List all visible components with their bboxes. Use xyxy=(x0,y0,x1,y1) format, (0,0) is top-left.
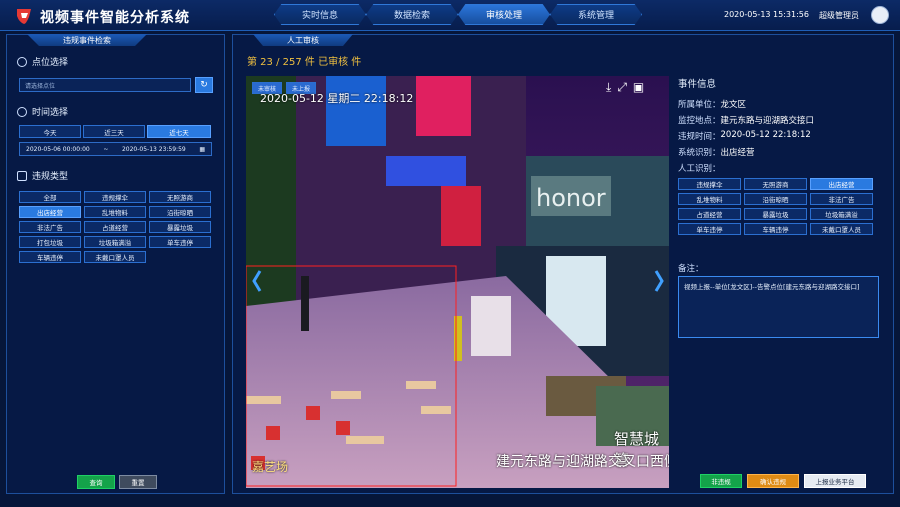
vtype-item[interactable]: 占道经营 xyxy=(84,221,146,233)
top-header: 视频事件智能分析系统 实时信息 数据检索 审核处理 系统管理 2020-05-1… xyxy=(0,0,900,31)
overlay-location: 建元东路与迎湖路交叉口西侧 xyxy=(496,454,669,470)
event-info-title: 事件信息 xyxy=(678,79,717,90)
tab-3days[interactable]: 近三天 xyxy=(83,125,145,138)
panel-title: 人工审核 xyxy=(253,34,353,46)
nav-system[interactable]: 系统管理 xyxy=(550,4,642,25)
vtype-item[interactable]: 非法广告 xyxy=(19,221,81,233)
overlay-date: 2020-05-12 星期二 22:18:12 xyxy=(260,92,414,105)
nav-search[interactable]: 数据检索 xyxy=(366,4,458,25)
refresh-icon[interactable]: ↻ xyxy=(195,77,213,93)
camera-icon[interactable]: ▣ xyxy=(633,80,644,95)
clock-icon xyxy=(17,106,27,117)
mtype-item[interactable]: 非法广告 xyxy=(810,193,873,205)
date-end: 2020-05-13 23:59:59 xyxy=(121,145,186,153)
report-platform-button[interactable]: 上报业务平台 xyxy=(804,474,866,488)
time-tabs: 今天 近三天 近七天 xyxy=(19,125,211,138)
violation-title: 违规类型 xyxy=(32,172,69,182)
mtype-item[interactable]: 出店经营 xyxy=(810,178,873,190)
download-icon[interactable]: ⤓ xyxy=(606,80,611,95)
time-label: 违规时间： xyxy=(678,132,721,142)
violation-section: 违规类型 xyxy=(17,169,68,182)
mtype-item[interactable]: 沿街晾晒 xyxy=(744,193,807,205)
site-label: 监控地点： xyxy=(678,116,721,126)
date-range-input[interactable]: 2020-05-06 00:00:00 ~ 2020-05-13 23:59:5… xyxy=(19,142,212,156)
time-section: 时间选择 xyxy=(17,105,68,118)
system-value: 出店经营 xyxy=(720,148,755,158)
location-input[interactable]: 请选择点位 xyxy=(19,78,191,92)
vtype-item[interactable]: 未戴口罩人员 xyxy=(84,251,146,263)
overlay-corner: 嘉艺场 xyxy=(252,460,289,474)
mtype-item[interactable]: 占道经营 xyxy=(678,208,741,220)
nav-review[interactable]: 审核处理 xyxy=(458,4,550,25)
reset-button[interactable]: 重置 xyxy=(119,475,157,489)
manual-label: 人工识别： xyxy=(678,164,721,174)
mtype-item[interactable]: 违规撑伞 xyxy=(678,178,741,190)
list-icon xyxy=(17,170,27,181)
vtype-item[interactable]: 全部 xyxy=(19,191,81,203)
time-title: 时间选择 xyxy=(32,108,69,118)
confirm-violation-label: 确认违规 xyxy=(760,478,786,486)
system-label: 系统识别： xyxy=(678,148,721,158)
vtype-item[interactable]: 垃圾箱满溢 xyxy=(84,236,146,248)
event-image[interactable]: honor 未审核 未上报 2020-05-12 星期二 22:18:12 ⤓ … xyxy=(246,76,669,488)
note-textarea[interactable]: 视频上报--单位[龙文区]--告警点位[建元东路与迎湖路交接口] xyxy=(678,276,879,338)
logo-icon xyxy=(14,6,34,26)
manual-type-grid: 违规撑伞 无照游商 出店经营 乱堆物料 沿街晾晒 非法广告 占道经营 暴露垃圾 … xyxy=(678,178,873,235)
note-label: 备注： xyxy=(678,264,704,274)
site-value: 建元东路与迎湖路交接口 xyxy=(720,116,815,126)
vtype-item[interactable]: 暴露垃圾 xyxy=(149,221,211,233)
progress-text: 第 23 / 257 件 已审核 件 xyxy=(247,57,362,68)
time-value: 2020-05-12 22:18:12 xyxy=(720,130,811,140)
violation-type-grid: 全部 违规撑伞 无照游商 出店经营 乱堆物料 沿街晾晒 非法广告 占道经营 暴露… xyxy=(19,191,211,263)
mtype-item[interactable]: 未戴口罩人员 xyxy=(810,223,873,235)
date-sep: ~ xyxy=(103,145,109,153)
info-unit: 所属单位： 龙文区 xyxy=(678,98,746,110)
mtype-item[interactable]: 暴露垃圾 xyxy=(744,208,807,220)
mtype-item[interactable]: 无照游商 xyxy=(744,178,807,190)
location-icon xyxy=(17,56,27,67)
report-platform-label: 上报业务平台 xyxy=(815,478,855,486)
mtype-item[interactable]: 车辆违停 xyxy=(744,223,807,235)
datetime: 2020-05-13 15:31:56 xyxy=(724,10,809,19)
not-violation-button[interactable]: 非违规 xyxy=(700,474,742,488)
query-label: 查询 xyxy=(89,479,103,487)
info-site: 监控地点： 建元东路与迎湖路交接口 xyxy=(678,114,814,126)
not-violation-label: 非违规 xyxy=(711,478,731,486)
search-panel: 违规事件检索 点位选择 请选择点位 ↻ 时间选择 今天 近三天 近七天 2020… xyxy=(6,34,225,494)
vtype-item[interactable]: 无照游商 xyxy=(149,191,211,203)
unit-value: 龙文区 xyxy=(720,100,747,110)
reset-label: 重置 xyxy=(131,479,145,487)
location-title: 点位选择 xyxy=(32,58,69,68)
vtype-item[interactable]: 单车违停 xyxy=(149,236,211,248)
mtype-item[interactable]: 乱堆物料 xyxy=(678,193,741,205)
tab-7days[interactable]: 近七天 xyxy=(147,125,211,138)
mtype-item[interactable]: 单车违停 xyxy=(678,223,741,235)
tab-today[interactable]: 今天 xyxy=(19,125,81,138)
unit-label: 所属单位： xyxy=(678,100,721,110)
svg-text:honor: honor xyxy=(536,184,606,212)
info-system: 系统识别： 出店经营 xyxy=(678,146,755,158)
mtype-item[interactable]: 垃圾箱满溢 xyxy=(810,208,873,220)
vtype-item[interactable]: 违规撑伞 xyxy=(84,191,146,203)
date-start: 2020-05-06 00:00:00 xyxy=(26,145,90,153)
nav-realtime[interactable]: 实时信息 xyxy=(274,4,366,25)
fullscreen-icon[interactable]: ⤢ xyxy=(617,80,627,95)
app-title: 视频事件智能分析系统 xyxy=(40,10,190,26)
image-tools: ⤓ ⤢ ▣ xyxy=(606,80,644,95)
info-time: 违规时间： 2020-05-12 22:18:12 xyxy=(678,130,811,142)
query-button[interactable]: 查询 xyxy=(77,475,115,489)
vtype-item[interactable]: 乱堆物料 xyxy=(84,206,146,218)
confirm-violation-button[interactable]: 确认违规 xyxy=(747,474,799,488)
vtype-item[interactable]: 出店经营 xyxy=(19,206,81,218)
panel-title: 违规事件检索 xyxy=(27,34,147,46)
vtype-item[interactable]: 车辆违停 xyxy=(19,251,81,263)
calendar-icon[interactable]: ▦ xyxy=(199,146,205,153)
avatar[interactable] xyxy=(871,6,889,24)
street-scene: honor xyxy=(246,76,669,488)
username[interactable]: 超级管理员 xyxy=(819,10,859,21)
location-section: 点位选择 xyxy=(17,55,68,68)
vtype-item[interactable]: 沿街晾晒 xyxy=(149,206,211,218)
vtype-item[interactable]: 打包垃圾 xyxy=(19,236,81,248)
